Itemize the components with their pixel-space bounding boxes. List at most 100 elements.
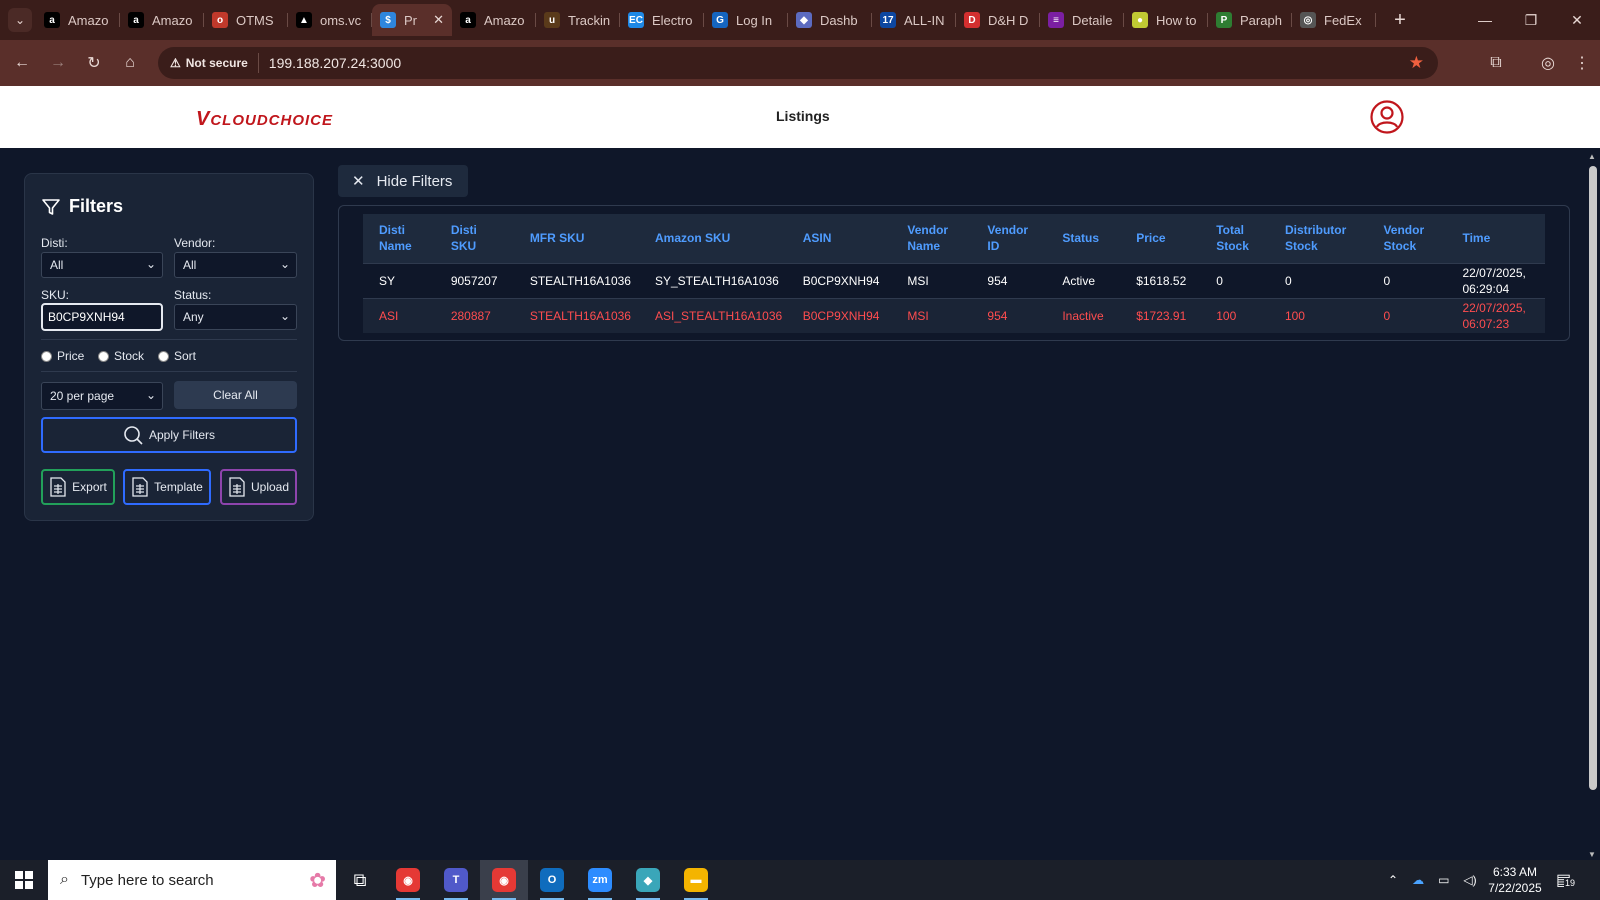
column-header[interactable]: Amazon SKU	[639, 214, 787, 263]
apply-filters-button[interactable]: Apply Filters	[41, 417, 297, 453]
scroll-thumb[interactable]	[1589, 166, 1597, 790]
column-header[interactable]: Disti SKU	[435, 214, 514, 263]
chevron-down-icon: ⌄	[279, 257, 290, 271]
browser-tab[interactable]: u Trackin	[536, 4, 620, 36]
taskbar-app-zoom[interactable]: zm	[576, 860, 624, 900]
browser-tab[interactable]: G Log In	[704, 4, 788, 36]
notification-center[interactable]: ▤19	[1556, 860, 1577, 900]
scroll-up-icon[interactable]: ▲	[1588, 152, 1596, 161]
status-select[interactable]: Any ⌄	[174, 304, 297, 330]
volume-icon[interactable]: ◁)	[1463, 873, 1476, 887]
user-account-icon[interactable]	[1370, 100, 1404, 134]
browser-tab[interactable]: o OTMS	[204, 4, 288, 36]
tab-label: ALL-IN	[904, 12, 945, 28]
table-cell: 9057207	[450, 273, 498, 288]
address-bar[interactable]: ⚠ Not secure 199.188.207.24:3000 ★	[158, 47, 1438, 79]
taskbar-app-chrome-profile[interactable]: ◉	[480, 860, 528, 900]
browser-tab[interactable]: $ Pr ✕	[372, 4, 452, 36]
column-header[interactable]: Price	[1120, 214, 1200, 263]
back-icon[interactable]: ←	[8, 49, 36, 77]
column-header[interactable]: Time	[1446, 214, 1545, 263]
column-header[interactable]: Disti Name	[363, 214, 435, 263]
column-header[interactable]: MFR SKU	[514, 214, 639, 263]
browser-tab[interactable]: EC Electro	[620, 4, 704, 36]
browser-tab[interactable]: ◎ FedEx	[1292, 4, 1376, 36]
restore-button[interactable]: ❐	[1508, 0, 1554, 40]
vendor-select[interactable]: All ⌄	[174, 252, 297, 278]
reload-icon[interactable]: ↻	[80, 49, 108, 77]
column-header[interactable]: ASIN	[787, 214, 892, 263]
home-icon[interactable]: ⌂	[116, 49, 144, 77]
chevron-down-icon: ⌄	[145, 388, 156, 402]
security-indicator[interactable]: ⚠ Not secure	[158, 53, 259, 73]
new-tab-button[interactable]: +	[1388, 9, 1412, 32]
column-header[interactable]: Status	[1046, 214, 1120, 263]
upload-button[interactable]: Upload	[220, 469, 297, 505]
table-row[interactable]: SY 9057207 STEALTH16A1036 SY_STEALTH16A1036…	[363, 263, 1545, 298]
scroll-down-icon[interactable]: ▼	[1588, 850, 1596, 859]
column-header[interactable]: Vendor Stock	[1367, 214, 1446, 263]
cloudchoice-logo[interactable]: VCLOUDCHOICE	[196, 108, 333, 131]
browser-tab[interactable]: ● How to	[1124, 4, 1208, 36]
disti-select[interactable]: All ⌄	[41, 252, 163, 278]
close-window-button[interactable]: ✕	[1554, 0, 1600, 40]
taskbar-app-file-explorer[interactable]: ▬	[672, 860, 720, 900]
taskbar-app-task-view[interactable]: ⧉	[336, 860, 384, 900]
taskbar-clock[interactable]: 6:33 AM 7/22/2025	[1480, 864, 1550, 896]
browser-tab[interactable]: a Amazo	[36, 4, 120, 36]
onedrive-icon[interactable]: ☁	[1412, 873, 1424, 887]
browser-tab[interactable]: ▲ oms.vc	[288, 4, 372, 36]
radio-price[interactable]: Price	[41, 349, 84, 363]
taskbar-search-box[interactable]: ⌕ Type here to search ✿	[48, 860, 336, 900]
nav-listings[interactable]: Listings	[776, 108, 830, 124]
template-button[interactable]: Template	[123, 469, 211, 505]
time-date: 22/07/2025,	[1462, 300, 1526, 315]
column-header[interactable]: Vendor ID	[971, 214, 1046, 263]
taskbar-app-outlook[interactable]: O	[528, 860, 576, 900]
minimize-button[interactable]: —	[1462, 0, 1508, 40]
url-text[interactable]: 199.188.207.24:3000	[269, 55, 401, 71]
column-header[interactable]: Total Stock	[1200, 214, 1269, 263]
table-header: Disti Name Disti SKU MFR SKU Amazon SKU ASIN Ve…	[363, 214, 1545, 263]
taskbar-app-chrome[interactable]: ◉	[384, 860, 432, 900]
search-highlight-icon: ✿	[309, 869, 326, 892]
browser-tab[interactable]: 17 ALL-IN	[872, 4, 956, 36]
profile-icon[interactable]: ◎	[1534, 49, 1562, 77]
sku-input[interactable]: B0CP9XNH94	[41, 303, 163, 331]
column-header-line: Distributor	[1284, 223, 1347, 238]
per-page-select[interactable]: 20 per page ⌄	[41, 382, 163, 410]
page-scrollbar[interactable]: ▲ ▼	[1584, 150, 1600, 862]
teams-icon: T	[444, 868, 468, 892]
extensions-icon[interactable]: ⧉	[1482, 49, 1510, 77]
column-header[interactable]: Distributor Stock	[1269, 214, 1368, 263]
column-header[interactable]: Vendor Name	[891, 214, 971, 263]
taskbar-app-app-diamond[interactable]: ◆	[624, 860, 672, 900]
browser-tab[interactable]: a Amazo	[120, 4, 204, 36]
close-tab-icon[interactable]: ✕	[433, 12, 444, 28]
table-row[interactable]: ASI 280887 STEALTH16A1036 ASI_STEALTH16A103…	[363, 298, 1545, 333]
windows-start-button[interactable]	[0, 860, 48, 900]
radio-sort[interactable]: Sort	[158, 349, 196, 363]
radio-stock[interactable]: Stock	[98, 349, 144, 363]
table-cell: 0	[1383, 308, 1391, 323]
chevron-down-icon: ⌄	[279, 309, 290, 323]
bookmark-star-icon[interactable]: ★	[1409, 53, 1424, 73]
clear-all-button[interactable]: Clear All	[174, 381, 297, 409]
forward-icon[interactable]: →	[44, 49, 72, 77]
taskbar-search-placeholder: Type here to search	[80, 871, 214, 889]
chevron-up-icon[interactable]: ⌃	[1388, 873, 1398, 887]
browser-tab[interactable]: ◆ Dashb	[788, 4, 872, 36]
tab-search-button[interactable]: ⌄	[8, 8, 32, 32]
hide-filters-button[interactable]: ✕ Hide Filters	[338, 165, 468, 197]
browser-tab[interactable]: D D&H D	[956, 4, 1040, 36]
browser-tab[interactable]: a Amazo	[452, 4, 536, 36]
taskbar-app-teams[interactable]: T	[432, 860, 480, 900]
export-button[interactable]: Export	[41, 469, 115, 505]
browser-tab[interactable]: ≡ Detaile	[1040, 4, 1124, 36]
network-icon[interactable]: ▭	[1438, 873, 1449, 887]
table-cell-time: 22/07/2025, 06:07:23	[1446, 298, 1545, 333]
radio-dot	[98, 350, 109, 362]
browser-tab[interactable]: P Paraph	[1208, 4, 1292, 36]
time-clock: 06:29:04	[1462, 281, 1510, 296]
menu-icon[interactable]: ⋮	[1568, 49, 1596, 77]
